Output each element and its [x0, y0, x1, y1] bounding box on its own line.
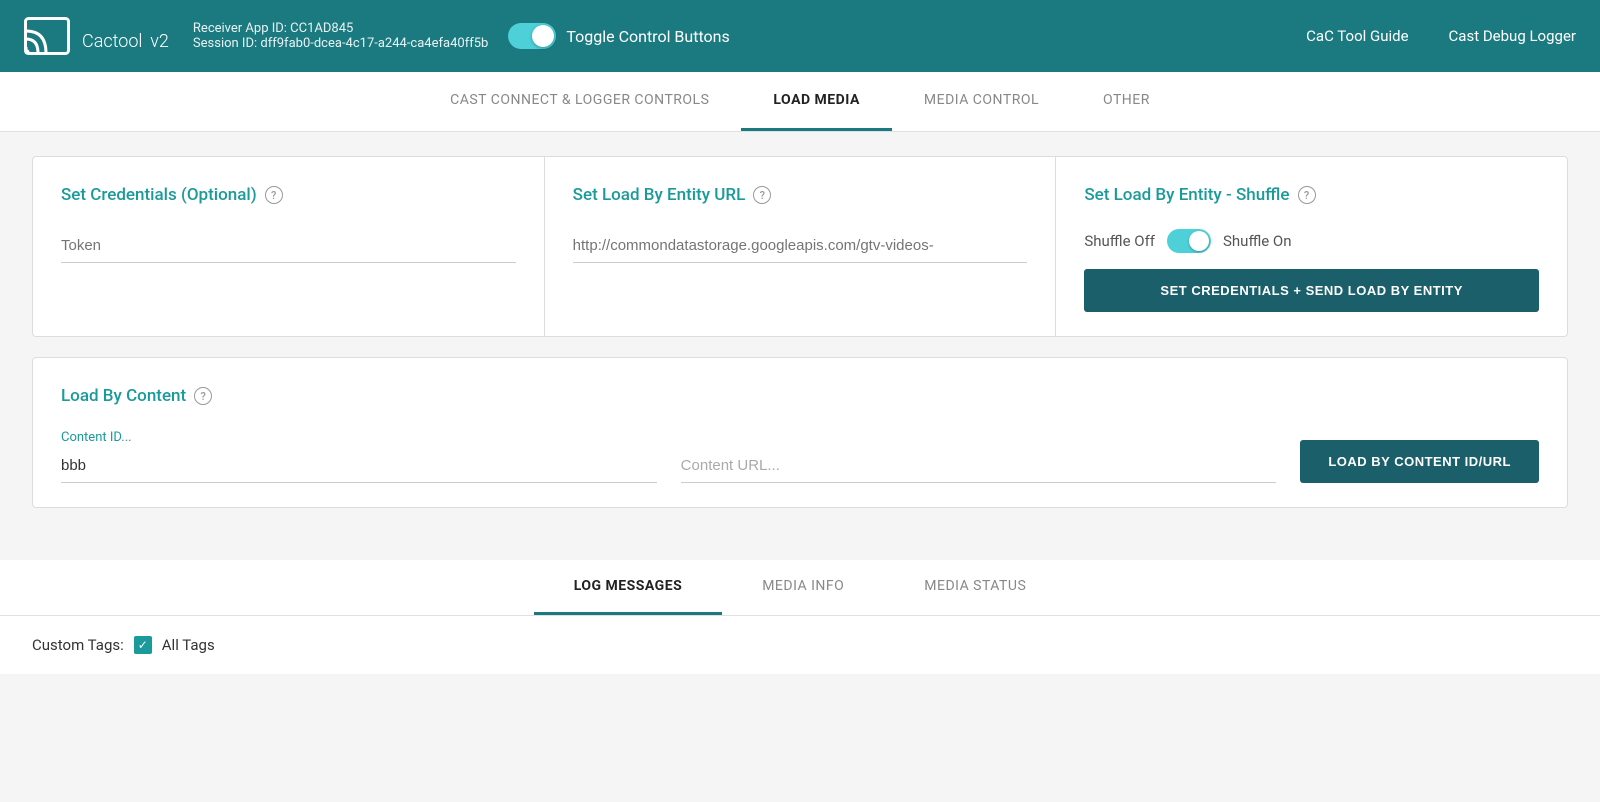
logo-version: v2	[150, 31, 169, 52]
logo: Cactool v2	[24, 17, 169, 55]
header: Cactool v2 Receiver App ID: CC1AD845 Ses…	[0, 0, 1600, 72]
tab-cast-connect[interactable]: CAST CONNECT & LOGGER CONTROLS	[418, 72, 741, 131]
logo-name: Cactool	[82, 31, 142, 52]
shuffle-toggle[interactable]	[1167, 229, 1211, 253]
all-tags-label: All Tags	[162, 636, 215, 654]
toggle-section: Toggle Control Buttons	[508, 23, 729, 49]
load-content-title: Load By Content ?	[61, 386, 1539, 406]
content-url-input[interactable]	[681, 449, 1277, 483]
toggle-control-buttons[interactable]	[508, 23, 556, 49]
tab-media-status[interactable]: MEDIA STATUS	[884, 560, 1066, 615]
header-nav: CaC Tool Guide Cast Debug Logger	[1306, 27, 1576, 45]
load-content-inputs: Content ID... LOAD BY CONTENT ID/URL	[61, 430, 1539, 483]
shuffle-row: Shuffle Off Shuffle On	[1084, 229, 1539, 253]
tab-media-info[interactable]: MEDIA INFO	[722, 560, 884, 615]
content-url-group	[681, 449, 1277, 483]
content-id-input[interactable]	[61, 449, 657, 483]
load-content-help-icon[interactable]: ?	[194, 387, 212, 405]
logo-text: Cactool v2	[82, 17, 169, 55]
tab-media-control[interactable]: MEDIA CONTROL	[892, 72, 1071, 131]
entity-url-input[interactable]	[573, 229, 1028, 263]
entity-shuffle-card: Set Load By Entity - Shuffle ? Shuffle O…	[1056, 157, 1567, 336]
tab-log-messages[interactable]: LOG MESSAGES	[534, 560, 723, 615]
content-id-label: Content ID...	[61, 430, 657, 445]
bottom-section: LOG MESSAGES MEDIA INFO MEDIA STATUS Cus…	[0, 560, 1600, 674]
main-tabs: CAST CONNECT & LOGGER CONTROLS LOAD MEDI…	[0, 72, 1600, 132]
cast-logo-icon	[24, 17, 70, 55]
shuffle-off-label: Shuffle Off	[1084, 232, 1155, 250]
entity-shuffle-card-title: Set Load By Entity - Shuffle ?	[1084, 185, 1539, 205]
custom-tags-row: Custom Tags: ✓ All Tags	[0, 616, 1600, 674]
credentials-card-title: Set Credentials (Optional) ?	[61, 185, 516, 205]
session-info: Receiver App ID: CC1AD845 Session ID: df…	[193, 21, 488, 51]
entity-shuffle-help-icon[interactable]: ?	[1298, 186, 1316, 204]
entity-url-card-title: Set Load By Entity URL ?	[573, 185, 1028, 205]
credentials-title-text: Set Credentials (Optional)	[61, 185, 257, 205]
entity-url-help-icon[interactable]: ?	[753, 186, 771, 204]
cards-row: Set Credentials (Optional) ? Set Load By…	[32, 156, 1568, 337]
cast-debug-logger-link[interactable]: Cast Debug Logger	[1449, 27, 1576, 45]
set-credentials-send-load-button[interactable]: SET CREDENTIALS + SEND LOAD BY ENTITY	[1084, 269, 1539, 312]
token-input[interactable]	[61, 229, 516, 263]
custom-tags-label: Custom Tags:	[32, 636, 124, 654]
tab-load-media[interactable]: LOAD MEDIA	[741, 72, 891, 131]
cac-tool-guide-link[interactable]: CaC Tool Guide	[1306, 27, 1408, 45]
toggle-label: Toggle Control Buttons	[566, 27, 729, 46]
entity-url-title-text: Set Load By Entity URL	[573, 185, 746, 205]
tab-other[interactable]: OTHER	[1071, 72, 1182, 131]
receiver-id: Receiver App ID: CC1AD845	[193, 21, 488, 36]
all-tags-checkbox[interactable]: ✓	[134, 636, 152, 654]
entity-shuffle-title-text: Set Load By Entity - Shuffle	[1084, 185, 1289, 205]
shuffle-on-label: Shuffle On	[1223, 232, 1292, 250]
entity-url-card: Set Load By Entity URL ?	[545, 157, 1057, 336]
content-id-group: Content ID...	[61, 430, 657, 483]
load-by-content-button[interactable]: LOAD BY CONTENT ID/URL	[1300, 440, 1539, 483]
bottom-tabs: LOG MESSAGES MEDIA INFO MEDIA STATUS	[0, 560, 1600, 616]
credentials-help-icon[interactable]: ?	[265, 186, 283, 204]
session-id: Session ID: dff9fab0-dcea-4c17-a244-ca4e…	[193, 36, 488, 51]
load-content-section: Load By Content ? Content ID... LOAD BY …	[32, 357, 1568, 508]
load-content-title-text: Load By Content	[61, 386, 186, 406]
credentials-card: Set Credentials (Optional) ?	[33, 157, 545, 336]
content-area: Set Credentials (Optional) ? Set Load By…	[0, 132, 1600, 552]
